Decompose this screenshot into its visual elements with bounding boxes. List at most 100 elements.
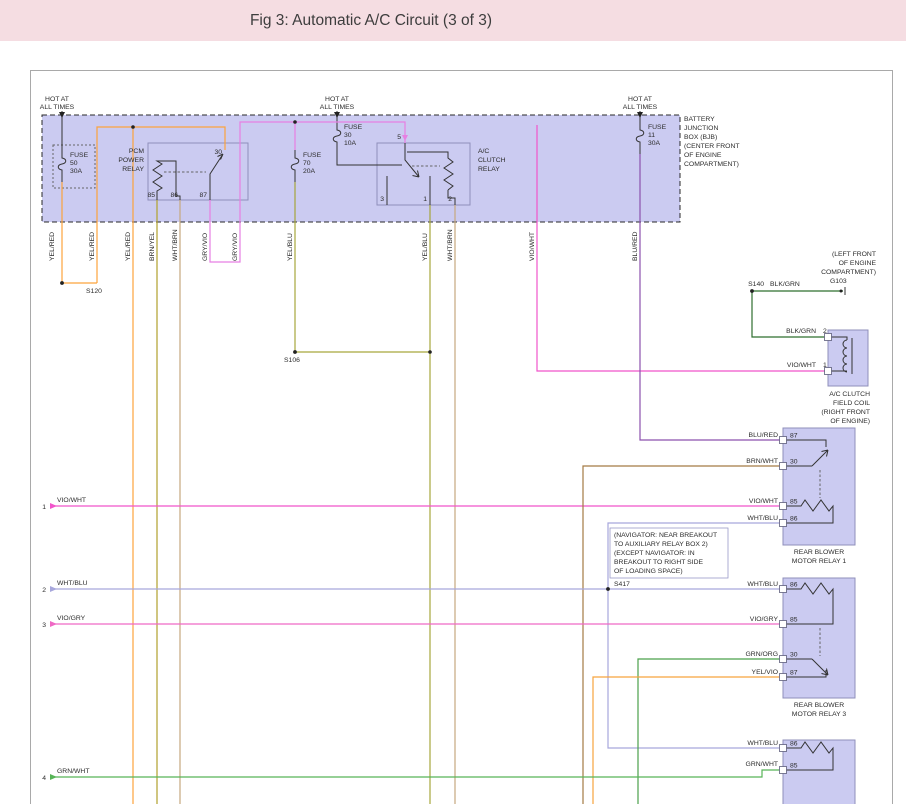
pin-label-30: 30 [214,149,222,156]
fuse50-label: 50 [70,160,78,167]
pin-label-5: 5 [397,134,401,141]
g103-terminal-dot [840,290,843,293]
field-coil-label: A/C CLUTCH [829,391,870,398]
wire-label-wht-blu: WHT/BLU [747,515,778,522]
relay3-label: MOTOR RELAY 3 [792,711,847,718]
navigator-note: OF LOADING SPACE) [614,568,683,575]
bjb-note: (CENTER FRONT [684,143,740,150]
junction-dot [293,120,297,124]
wire-label-vio-wht: VIO/WHT [57,497,86,504]
wiring-diagram: HOT AT ALL TIMES HOT AT ALL TIMES HOT AT… [0,0,906,804]
pin-label-86: 86 [790,516,798,523]
ac-relay-label: A/C [478,148,489,155]
pin-label-85: 85 [790,763,798,770]
wire-label-wht-blu: WHT/BLU [747,740,778,747]
ac-clutch-field-coil-box [828,330,868,386]
splice-s120-label: S120 [86,288,102,295]
hot-label: ALL TIMES [623,104,658,111]
navigator-note: (EXCEPT NAVIGATOR: IN [614,550,695,557]
navigator-note: BREAKOUT TO RIGHT SIDE [614,559,703,566]
splice-s417-label: S417 [614,581,630,588]
hot-label: ALL TIMES [320,104,355,111]
field-coil-label: (RIGHT FRONT [821,409,870,416]
relay3-label: REAR BLOWER [794,702,844,709]
pin-label-87: 87 [199,192,207,199]
left-front-note: (LEFT FRONT [832,251,876,258]
wire-label-vio-wht: VIO/WHT [529,232,536,261]
splice-s120-dot [60,281,64,285]
junction-dot [428,350,432,354]
terminal-number: 4 [42,775,46,782]
fuse30-label: FUSE [344,124,363,131]
hot-label: ALL TIMES [40,104,75,111]
fuse30-label: 10A [344,140,357,147]
fuse11-label: FUSE [648,124,667,131]
pin-label-86: 86 [170,192,178,199]
pin-label-87: 87 [790,433,798,440]
pcm-relay-label: POWER [118,157,144,164]
junction-dot [131,125,135,129]
pin-label-85: 85 [790,617,798,624]
fuse70-label: FUSE [303,152,322,159]
wire-label-grn-wht: GRN/WHT [746,761,778,768]
pin-label-30: 30 [790,652,798,659]
relay1-label: REAR BLOWER [794,549,844,556]
wire-label-wht-brn: WHT/BRN [447,229,454,261]
fuse70-label: 70 [303,160,311,167]
wire-label-gry-vio: GRY/VIO [232,233,239,261]
hot-label: HOT AT [325,96,349,103]
wire-label-yel-blu: YEL/BLU [422,233,429,261]
navigator-note: (NAVIGATOR: NEAR BREAKOUT [614,532,717,539]
pin-label-30: 30 [790,459,798,466]
wire-label-gry-vio: GRY/VIO [202,233,209,261]
navigator-note: TO AUXILIARY RELAY BOX 2) [614,541,708,548]
wire-label-vio-wht: VIO/WHT [749,498,778,505]
pin-label-86: 86 [790,741,798,748]
bjb-note: BATTERY [684,116,715,123]
fuse50-label: 30A [70,168,83,175]
pin-square [780,745,787,752]
bjb-note: JUNCTION [684,125,718,132]
pcm-relay-label: RELAY [122,166,144,173]
wire-label-blu-red: BLU/RED [632,231,639,261]
rear-blower-relay-bottom-box [783,740,855,804]
fuse50-label: FUSE [70,152,89,159]
fuse70-label: 20A [303,168,316,175]
wire-label-yel-red: YEL/RED [49,232,56,261]
wire-label-wht-blu: WHT/BLU [57,580,88,587]
ac-relay-label: CLUTCH [478,157,506,164]
ac-relay-label: RELAY [478,166,500,173]
wire-label-yel-red: YEL/RED [125,232,132,261]
wire-label-wht-blu: WHT/BLU [747,581,778,588]
splice-s140-label: S140 [748,281,764,288]
rear-blower-relay-1-box [783,428,855,545]
terminal-number: 3 [42,622,46,629]
hot-label: HOT AT [45,96,69,103]
pin-label-3: 3 [380,196,384,203]
fuse30-label: 30 [344,132,352,139]
terminal-number: 1 [42,504,46,511]
left-front-note: OF ENGINE [839,260,877,267]
wire-label-yel-blu: YEL/BLU [287,233,294,261]
wire-label-grn-org: GRN/ORG [746,651,778,658]
rear-blower-relay-3-box [783,578,855,698]
wire-label-vio-gry: VIO/GRY [750,616,779,623]
wire-label-wht-brn: WHT/BRN [172,229,179,261]
fuse11-label: 11 [648,132,655,139]
splice-s140-dot [750,289,754,293]
bjb-note: OF ENGINE [684,152,722,159]
wire-label-vio-wht: VIO/WHT [787,362,816,369]
pin-square [780,437,787,444]
ground-g103-label: G103 [830,278,847,285]
pin-square [780,621,787,628]
field-coil-label: FIELD COIL [833,400,870,407]
hot-label: HOT AT [628,96,652,103]
wire-label-brn-yel: BRN/YEL [149,232,156,261]
pin-label-85: 85 [790,499,798,506]
wire-label-yel-red: YEL/RED [89,232,96,261]
left-front-note: COMPARTMENT) [821,269,876,276]
wire-label-yel-vio: YEL/VIO [752,669,778,676]
pcm-relay-label: PCM [129,148,144,155]
fuse11-label: 30A [648,140,661,147]
wire-label-blu-red: BLU/RED [749,432,779,439]
